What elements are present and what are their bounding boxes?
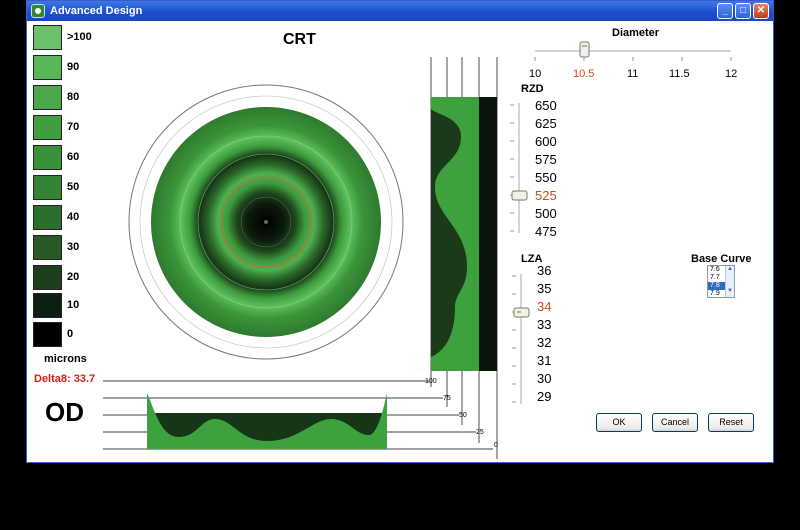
- rzd-slider-thumb: [511, 190, 528, 201]
- scale-label-3: 70: [67, 121, 80, 133]
- cancel-button[interactable]: Cancel: [652, 413, 698, 432]
- lens-topography-map: [128, 84, 404, 360]
- scale-swatch-8: [33, 265, 62, 290]
- rzd-tick-575: 575: [535, 152, 557, 167]
- scale-swatch-3: [33, 115, 62, 140]
- maximize-button[interactable]: □: [735, 3, 751, 19]
- h-tick-3: 25: [476, 429, 484, 436]
- scale-swatch-7: [33, 235, 62, 260]
- scale-swatch-10: [33, 322, 62, 347]
- scale-unit-label: microns: [44, 353, 87, 365]
- lza-tick-34: 34: [537, 299, 552, 314]
- scale-label-0: >100: [67, 31, 92, 43]
- map-title: CRT: [283, 31, 316, 48]
- diameter-slider-thumb: [579, 41, 590, 58]
- scale-swatch-1: [33, 55, 62, 80]
- scale-label-8: 20: [67, 271, 80, 283]
- ok-button[interactable]: OK: [596, 413, 642, 432]
- scale-label-10: 0: [67, 328, 74, 340]
- scale-swatch-0: [33, 25, 62, 50]
- window-title: Advanced Design: [50, 5, 143, 17]
- base-curve-label: Base Curve: [691, 253, 752, 265]
- diameter-tick-10: 10: [529, 68, 542, 80]
- scale-label-5: 50: [67, 181, 80, 193]
- lza-tick-32: 32: [537, 335, 552, 350]
- horizontal-profile: [103, 380, 493, 450]
- diameter-tick-10-5: 10.5: [573, 68, 595, 80]
- lens-center-dot: [264, 220, 268, 224]
- lza-tick-36: 36: [537, 263, 552, 278]
- base-curve-scrollbar[interactable]: ▲ ▼: [725, 266, 734, 297]
- content-area: >100 90 80 70 60 50 40 30 20 10 0 micron…: [27, 21, 773, 462]
- delta-readout: Delta8: 33.7: [34, 373, 96, 385]
- scale-swatch-2: [33, 85, 62, 110]
- rzd-tick-525: 525: [535, 188, 557, 203]
- scale-label-4: 60: [67, 151, 80, 163]
- rzd-tick-650: 650: [535, 98, 557, 113]
- lza-tick-29: 29: [537, 389, 552, 404]
- rzd-tick-550: 550: [535, 170, 557, 185]
- app-icon: [31, 4, 45, 18]
- lza-tick-35: 35: [537, 281, 552, 296]
- scale-swatch-6: [33, 205, 62, 230]
- scale-label-6: 40: [67, 211, 80, 223]
- scale-label-9: 10: [67, 299, 80, 311]
- lza-slider-thumb: [513, 307, 530, 318]
- reset-button[interactable]: Reset: [708, 413, 754, 432]
- scroll-up-icon[interactable]: ▲: [726, 266, 734, 275]
- minimize-button[interactable]: _: [717, 3, 733, 19]
- rzd-slider[interactable]: [507, 93, 531, 241]
- rzd-tick-625: 625: [535, 116, 557, 131]
- scale-label-1: 90: [67, 61, 80, 73]
- scroll-down-icon[interactable]: ▼: [726, 288, 734, 297]
- advanced-design-window: Advanced Design _ □ ✕ >100 90 80 70 60 5…: [26, 0, 774, 463]
- h-tick-1: 75: [443, 395, 451, 402]
- rzd-tick-475: 475: [535, 224, 557, 239]
- diameter-tick-12: 12: [725, 68, 738, 80]
- diameter-tick-11: 11: [627, 68, 639, 80]
- diameter-slider[interactable]: [531, 39, 737, 65]
- lza-tick-30: 30: [537, 371, 552, 386]
- close-button[interactable]: ✕: [753, 3, 769, 19]
- title-bar[interactable]: Advanced Design _ □ ✕: [27, 1, 773, 21]
- scale-swatch-9: [33, 293, 62, 318]
- h-tick-0: 100: [425, 378, 437, 385]
- scale-swatch-5: [33, 175, 62, 200]
- lza-slider[interactable]: [509, 264, 533, 410]
- rzd-tick-500: 500: [535, 206, 557, 221]
- lza-tick-31: 31: [537, 353, 552, 368]
- h-tick-2: 50: [459, 412, 467, 419]
- rzd-tick-600: 600: [535, 134, 557, 149]
- lza-tick-33: 33: [537, 317, 552, 332]
- diameter-label: Diameter: [612, 27, 660, 39]
- base-curve-listbox[interactable]: 7.6 7.7 7.8 7.9 ▲ ▼: [707, 265, 735, 298]
- h-tick-4: 0: [494, 442, 498, 449]
- diameter-tick-11-5: 11.5: [669, 68, 690, 80]
- scale-label-2: 80: [67, 91, 80, 103]
- scale-swatch-4: [33, 145, 62, 170]
- scale-label-7: 30: [67, 241, 80, 253]
- eye-label: OD: [45, 397, 84, 427]
